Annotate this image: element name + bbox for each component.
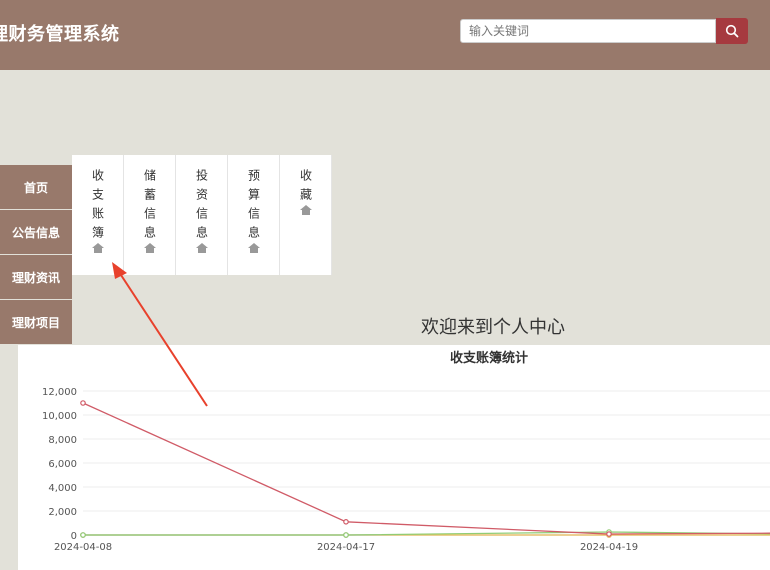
x-tick-label: 2024-04-08 — [54, 542, 112, 553]
data-point — [343, 532, 349, 538]
series-line — [82, 402, 770, 535]
y-tick-label: 6,000 — [48, 459, 77, 470]
y-tick-label: 12,000 — [42, 387, 77, 398]
y-tick-label: 10,000 — [42, 411, 77, 422]
data-point — [80, 532, 86, 538]
x-tick-label: 2024-04-19 — [580, 542, 638, 553]
ledger-line-chart: 0 2,000 4,000 6,000 8,000 10,000 12,000 2024-04… — [42, 387, 770, 553]
data-point — [606, 531, 612, 537]
y-tick-label: 2,000 — [48, 507, 77, 518]
y-tick-label: 8,000 — [48, 435, 77, 446]
x-tick-label: 2024-04-17 — [317, 542, 375, 553]
data-point — [343, 518, 349, 525]
data-point — [80, 400, 86, 406]
y-tick-label: 4,000 — [48, 483, 77, 494]
y-tick-label: 0 — [71, 531, 77, 542]
